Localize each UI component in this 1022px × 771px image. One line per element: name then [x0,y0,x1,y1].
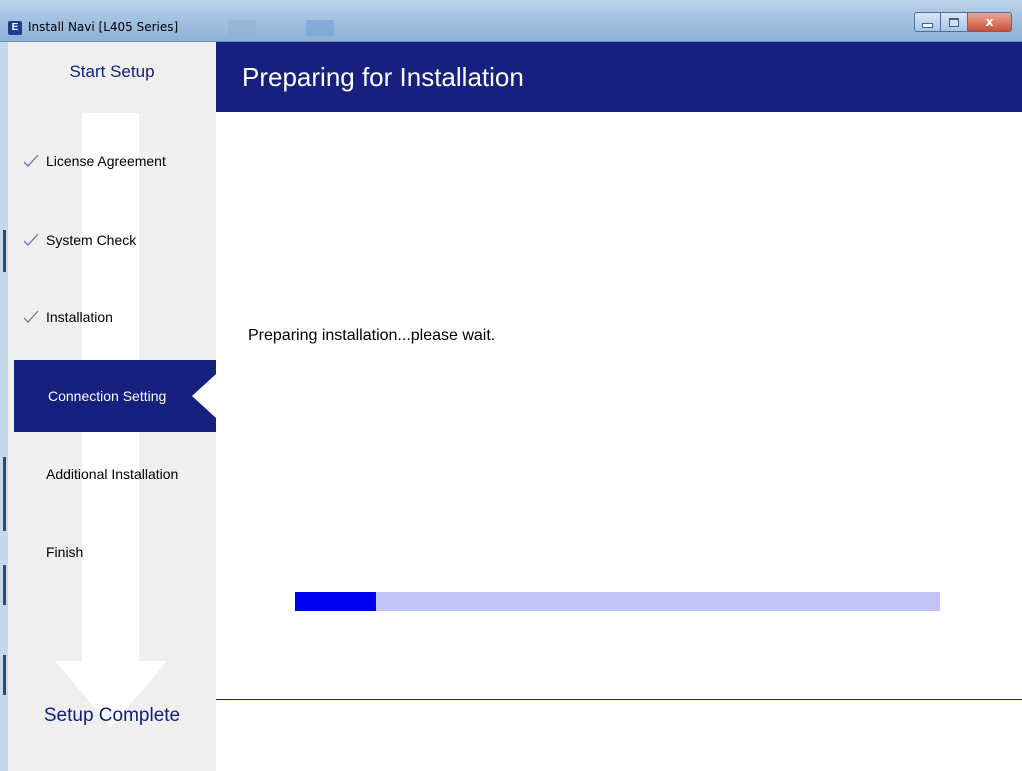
window-controls: x [914,12,1012,32]
step-label: License Agreement [46,153,166,169]
title-bar[interactable]: E Install Navi [L405 Series] x [0,0,1022,42]
background-window-thumbnail [306,20,334,36]
page-title: Preparing for Installation [242,62,524,92]
step-label: Installation [46,309,113,325]
step-label: System Check [46,232,137,248]
setup-steps-sidebar: Start Setup License Agreement System Che… [8,42,216,771]
progress-bar-fill [295,592,377,611]
check-icon [23,154,39,167]
step-label: Additional Installation [46,466,179,482]
main-content: Preparing installation...please wait. [216,112,1022,771]
step-connection-setting: Connection Setting [14,360,216,432]
start-setup-label: Start Setup [69,62,155,81]
close-button[interactable]: x [968,12,1012,32]
check-icon [23,233,39,246]
frame-edge-mark [3,565,6,605]
step-additional-installation: Additional Installation [8,452,216,496]
step-label: Connection Setting [48,388,167,404]
active-step-pointer [192,374,216,418]
minimize-button[interactable] [914,12,941,32]
maximize-icon [949,17,959,27]
maximize-button[interactable] [941,12,968,32]
background-window-thumbnail [228,20,256,36]
close-icon: x [985,15,994,29]
frame-edge-mark [3,457,6,531]
step-license-agreement: License Agreement [8,139,216,183]
step-installation: Installation [8,295,216,339]
page-header: Preparing for Installation [216,42,1022,112]
step-system-check: System Check [8,218,216,262]
minimize-icon [922,22,933,28]
window-frame-left [0,42,8,771]
step-finish: Finish [8,530,216,574]
app-icon: E [8,21,22,35]
progress-bar [295,592,940,611]
frame-edge-mark [3,655,6,695]
status-message: Preparing installation...please wait. [248,327,496,344]
frame-edge-mark [3,230,6,272]
footer-divider [216,699,1022,700]
step-label: Finish [46,544,84,560]
check-icon [23,310,39,323]
window-title: Install Navi [L405 Series] [28,20,179,34]
setup-complete-label: Setup Complete [43,705,181,726]
